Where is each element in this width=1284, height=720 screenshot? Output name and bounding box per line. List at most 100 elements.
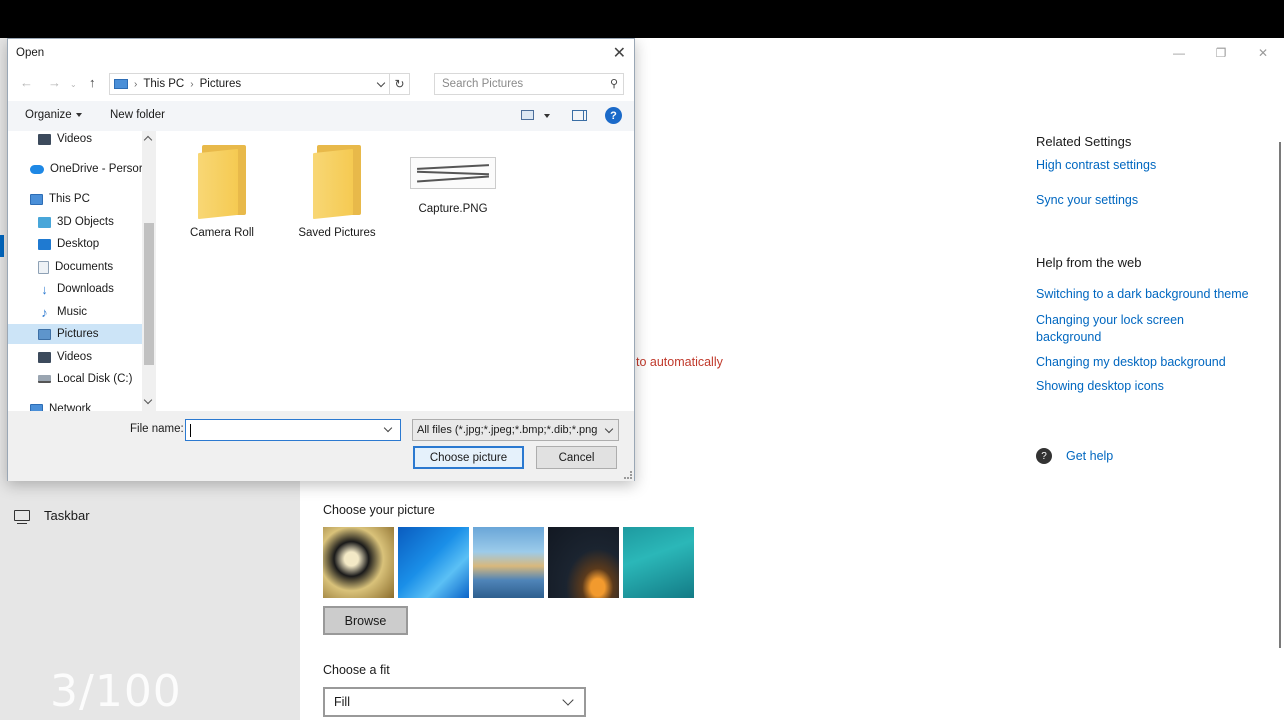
- close-icon[interactable]: ✕: [613, 43, 626, 63]
- preview-pane-icon[interactable]: [572, 110, 587, 121]
- selected-nav-marker: [0, 235, 4, 257]
- picture-thumbnail[interactable]: [323, 527, 394, 598]
- scroll-down-icon[interactable]: [143, 395, 153, 405]
- disk-icon: [38, 375, 51, 383]
- help-link-dark-theme[interactable]: Switching to a dark background theme: [1036, 287, 1276, 301]
- picture-thumbnail[interactable]: [548, 527, 619, 598]
- video-icon: [38, 351, 51, 363]
- top-black-bar: [0, 0, 1284, 38]
- text-cursor: [190, 424, 191, 437]
- help-link-desktop-background[interactable]: Changing my desktop background: [1036, 355, 1276, 369]
- help-from-web-header: Help from the web: [1036, 255, 1142, 270]
- breadcrumb-this-pc[interactable]: This PC: [143, 78, 184, 90]
- network-icon: [30, 403, 43, 411]
- video-icon: [38, 133, 51, 145]
- chat-help-icon: ?: [1036, 448, 1052, 464]
- nav-item-this-pc[interactable]: This PC: [30, 189, 90, 209]
- nav-item-documents[interactable]: Documents: [38, 257, 113, 277]
- this-pc-icon: [114, 79, 128, 89]
- chevron-down-icon[interactable]: [383, 423, 393, 433]
- file-item-capture-png[interactable]: Capture.PNG: [403, 145, 503, 215]
- fit-dropdown-value: Fill: [334, 695, 350, 709]
- forward-arrow-icon[interactable]: →: [48, 75, 61, 90]
- choose-picture-button[interactable]: Choose picture: [413, 446, 524, 469]
- file-name-label: File name:: [130, 423, 184, 435]
- scroll-up-icon[interactable]: [143, 135, 153, 145]
- browse-button[interactable]: Browse: [323, 606, 408, 635]
- sync-settings-link[interactable]: Sync your settings: [1036, 193, 1276, 207]
- caret-down-icon[interactable]: [544, 114, 550, 118]
- desktop-icon: [38, 238, 51, 250]
- file-item-saved-pictures[interactable]: Saved Pictures: [287, 145, 387, 239]
- nav-item-taskbar[interactable]: Taskbar: [14, 508, 90, 524]
- choose-fit-label: Choose a fit: [323, 663, 390, 677]
- dialog-title: Open: [16, 47, 45, 59]
- nav-item-pictures[interactable]: Pictures: [8, 324, 142, 344]
- navigation-pane: Videos OneDrive - Persor This PC 3D Obje…: [8, 131, 154, 411]
- organize-button[interactable]: Organize: [25, 109, 82, 121]
- chevron-down-icon: [562, 694, 574, 706]
- choose-picture-label: Choose your picture: [323, 503, 435, 517]
- file-item-camera-roll[interactable]: Camera Roll: [172, 145, 272, 239]
- picture-thumbnail[interactable]: [623, 527, 694, 598]
- nav-item-local-disk[interactable]: Local Disk (C:): [38, 369, 132, 389]
- breadcrumb-pictures[interactable]: Pictures: [200, 78, 242, 90]
- cancel-button[interactable]: Cancel: [536, 446, 617, 469]
- taskbar-icon: [14, 510, 30, 524]
- nav-item-3d-objects[interactable]: 3D Objects: [38, 212, 114, 232]
- minimize-icon[interactable]: —: [1172, 46, 1186, 60]
- download-icon: ↓: [41, 281, 48, 297]
- get-help-label: Get help: [1066, 449, 1114, 463]
- scrollbar-thumb[interactable]: [144, 223, 154, 365]
- help-link-desktop-icons[interactable]: Showing desktop icons: [1036, 379, 1276, 393]
- nav-item-music[interactable]: ♪ Music: [38, 302, 87, 322]
- dialog-bottom-panel: File name: All files (*.jpg;*.jpeg;*.bmp…: [8, 411, 634, 481]
- search-placeholder: Search Pictures: [442, 78, 524, 90]
- related-settings-header: Related Settings: [1036, 134, 1132, 149]
- high-contrast-link[interactable]: High contrast settings: [1036, 158, 1276, 172]
- recent-chevron-icon[interactable]: ⌄: [70, 80, 77, 89]
- music-icon: ♪: [41, 304, 48, 320]
- page-counter-watermark: 3/100: [50, 666, 182, 717]
- nav-item-videos-2[interactable]: Videos: [38, 347, 92, 367]
- window-controls: — ❐ ✕: [1172, 46, 1270, 60]
- address-bar[interactable]: › This PC › Pictures ↻: [109, 73, 410, 95]
- file-type-filter-value: All files (*.jpg;*.jpeg;*.bmp;*.dib;*.pn…: [417, 424, 598, 436]
- get-help-link[interactable]: ? Get help: [1036, 448, 1113, 464]
- picture-thumbnail[interactable]: [398, 527, 469, 598]
- fit-dropdown[interactable]: Fill: [323, 687, 586, 717]
- nav-item-desktop[interactable]: Desktop: [38, 234, 99, 254]
- dialog-toolbar: Organize New folder ?: [8, 101, 634, 131]
- nav-item-taskbar-label: Taskbar: [44, 508, 90, 523]
- settings-scrollbar[interactable]: [1279, 142, 1281, 648]
- search-icon: ⚲: [609, 78, 618, 90]
- related-settings-panel: Related Settings High contrast settings …: [1036, 134, 1276, 393]
- nav-item-videos[interactable]: Videos: [38, 131, 92, 149]
- picture-thumbnails: [323, 527, 694, 598]
- cube-icon: [38, 216, 51, 228]
- nav-item-onedrive[interactable]: OneDrive - Persor: [30, 159, 143, 179]
- open-file-dialog: Open ✕ ← → ⌄ ↑ › This PC › Pictures ↻ Se…: [7, 38, 635, 481]
- refresh-icon[interactable]: ↻: [389, 74, 409, 94]
- new-folder-button[interactable]: New folder: [110, 109, 165, 121]
- up-arrow-icon[interactable]: ↑: [89, 75, 96, 90]
- chevron-down-icon[interactable]: [376, 78, 386, 88]
- help-icon[interactable]: ?: [605, 107, 622, 124]
- search-input[interactable]: Search Pictures ⚲: [434, 73, 624, 95]
- file-name-input[interactable]: [185, 419, 401, 441]
- navigation-scrollbar[interactable]: [142, 131, 156, 411]
- nav-item-downloads[interactable]: ↓ Downloads: [38, 279, 114, 299]
- help-link-lock-screen[interactable]: Changing your lock screen background: [1036, 312, 1236, 346]
- back-arrow-icon[interactable]: ←: [20, 75, 33, 90]
- chevron-down-icon: [604, 424, 614, 434]
- close-icon[interactable]: ✕: [1256, 46, 1270, 60]
- resize-grip-icon[interactable]: [624, 471, 632, 479]
- view-options-icon[interactable]: [521, 110, 534, 120]
- image-thumbnail-icon: [410, 157, 496, 189]
- folder-icon: [198, 145, 246, 220]
- onedrive-icon: [30, 164, 44, 174]
- restore-icon[interactable]: ❐: [1214, 46, 1228, 60]
- nav-item-network[interactable]: Network: [30, 399, 91, 411]
- file-type-filter[interactable]: All files (*.jpg;*.jpeg;*.bmp;*.dib;*.pn…: [412, 419, 619, 441]
- picture-thumbnail[interactable]: [473, 527, 544, 598]
